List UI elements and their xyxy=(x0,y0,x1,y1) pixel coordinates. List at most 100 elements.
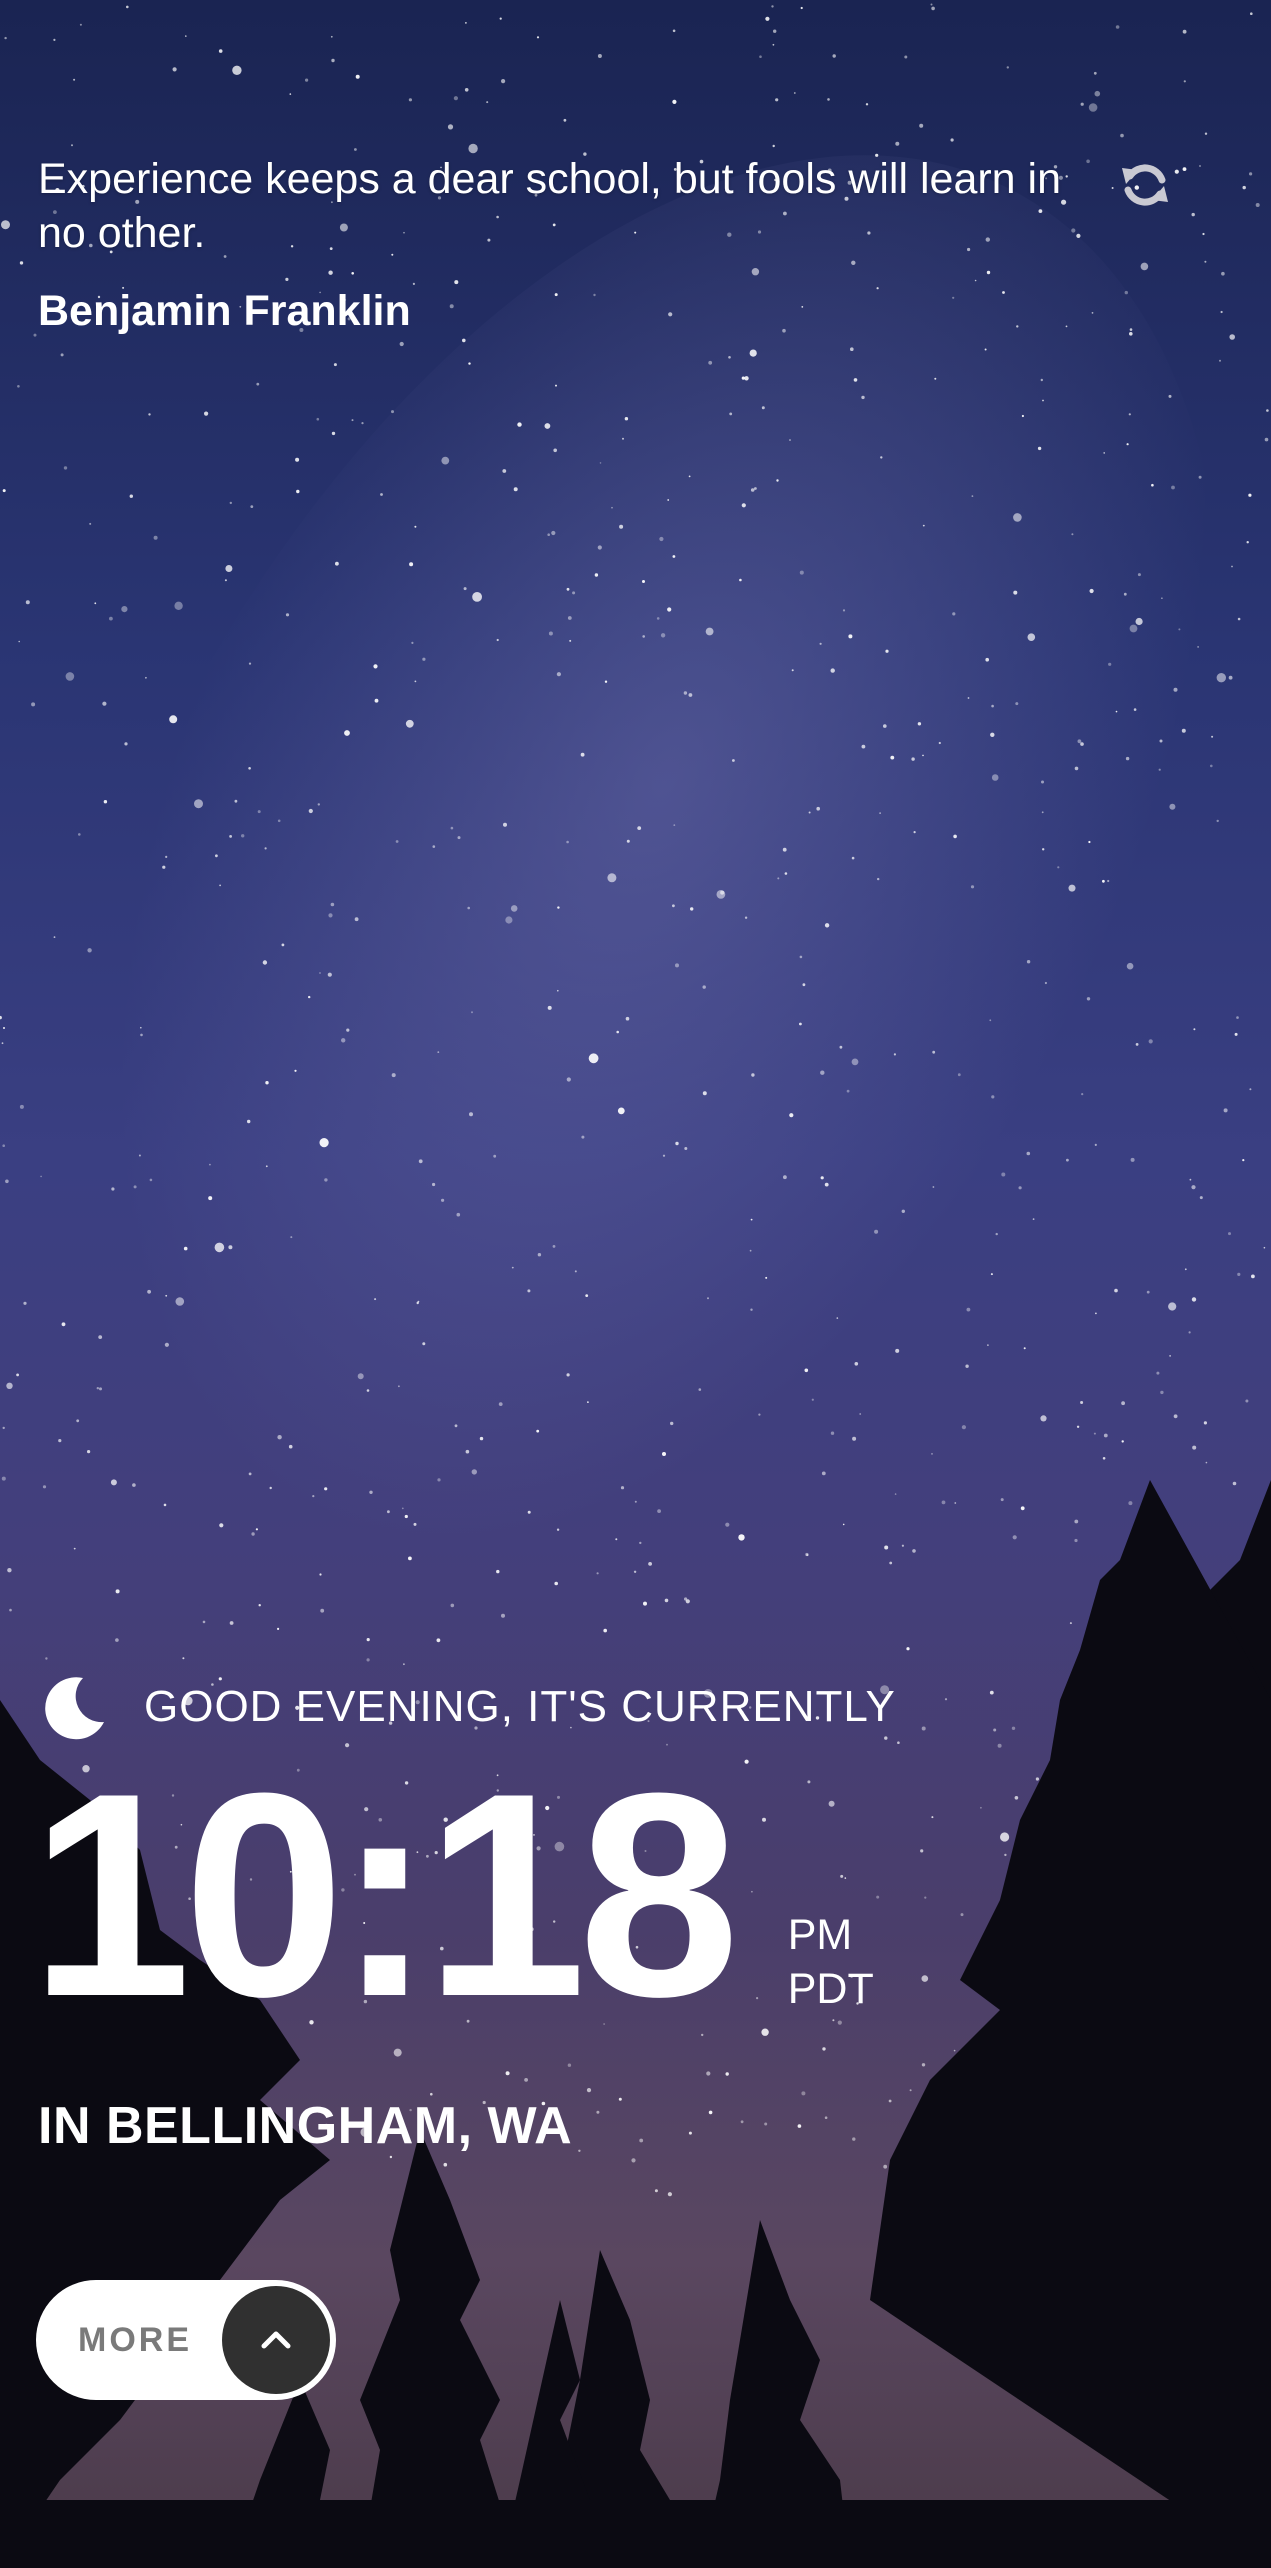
star xyxy=(1181,728,1186,733)
star xyxy=(544,423,551,429)
star xyxy=(1220,310,1223,314)
star xyxy=(957,1073,961,1077)
star xyxy=(789,439,791,441)
star xyxy=(204,411,209,416)
star xyxy=(462,338,466,343)
refresh-quote-button[interactable] xyxy=(1118,158,1172,212)
star xyxy=(744,376,749,381)
star xyxy=(799,570,804,575)
star xyxy=(557,989,559,992)
star xyxy=(622,437,624,440)
star xyxy=(285,613,290,617)
star xyxy=(729,412,733,416)
star xyxy=(418,1159,423,1164)
star xyxy=(1173,1414,1178,1419)
star xyxy=(163,1503,167,1507)
star xyxy=(1236,1016,1239,1019)
star xyxy=(1160,1390,1164,1395)
quote-text: Experience keeps a dear school, but fool… xyxy=(38,155,1062,257)
star xyxy=(941,1500,946,1505)
star xyxy=(247,1119,251,1124)
star xyxy=(961,1425,967,1430)
moon-icon xyxy=(45,1677,104,1740)
star xyxy=(398,1385,400,1388)
star xyxy=(921,1975,929,1982)
star xyxy=(702,1091,707,1096)
star xyxy=(1133,708,1137,711)
star xyxy=(1093,1432,1096,1435)
star xyxy=(126,5,129,9)
star xyxy=(690,907,694,911)
star xyxy=(1111,187,1114,189)
star xyxy=(728,356,731,359)
star xyxy=(1129,328,1133,331)
star xyxy=(96,1387,100,1390)
star xyxy=(675,1141,679,1146)
star xyxy=(331,58,335,63)
star xyxy=(463,587,467,591)
star xyxy=(1077,739,1082,744)
star xyxy=(931,1453,933,1455)
star xyxy=(465,22,467,24)
star xyxy=(859,1413,862,1415)
clock-period: PM xyxy=(787,1911,853,1959)
star xyxy=(1250,12,1253,15)
star xyxy=(391,1073,396,1078)
star xyxy=(1074,766,1079,771)
star xyxy=(262,960,268,965)
star xyxy=(922,754,924,757)
star xyxy=(642,635,645,638)
star xyxy=(548,631,553,636)
star xyxy=(536,36,540,39)
star xyxy=(620,1486,625,1490)
star xyxy=(1229,334,1235,340)
star xyxy=(793,92,796,94)
star xyxy=(19,1104,24,1109)
star xyxy=(705,627,714,636)
star xyxy=(842,609,846,612)
star xyxy=(174,601,183,610)
star xyxy=(1080,742,1084,746)
star xyxy=(265,1165,268,1168)
star xyxy=(556,672,562,677)
more-button[interactable]: MORE xyxy=(36,2280,336,2400)
star xyxy=(265,1081,269,1085)
star xyxy=(6,1382,13,1390)
star xyxy=(111,1187,115,1191)
star xyxy=(782,847,787,852)
star xyxy=(1228,675,1233,680)
star xyxy=(754,487,757,490)
star xyxy=(1013,590,1018,595)
star xyxy=(468,362,471,365)
star xyxy=(1000,1498,1004,1502)
star xyxy=(865,103,869,106)
star xyxy=(739,578,742,582)
star xyxy=(784,872,788,875)
star xyxy=(511,1266,514,1269)
star xyxy=(848,634,853,639)
star xyxy=(990,732,995,737)
star xyxy=(684,1597,688,1601)
star xyxy=(643,1601,647,1606)
star xyxy=(547,1005,552,1010)
star xyxy=(970,885,975,889)
star xyxy=(162,865,166,869)
star xyxy=(1129,332,1133,336)
star xyxy=(811,1398,814,1401)
star xyxy=(596,1572,599,1575)
star xyxy=(572,591,576,595)
star xyxy=(1182,167,1187,172)
star xyxy=(436,1638,441,1643)
star xyxy=(597,545,602,550)
star xyxy=(1035,1777,1039,1781)
star xyxy=(110,1479,117,1486)
star xyxy=(648,1562,652,1566)
star xyxy=(73,78,76,81)
chevron-up-circle[interactable] xyxy=(222,2286,330,2394)
star xyxy=(324,1487,328,1491)
star xyxy=(469,1112,473,1117)
star xyxy=(1129,624,1138,633)
star xyxy=(437,1478,441,1482)
star xyxy=(209,1163,211,1166)
star xyxy=(631,2158,636,2163)
